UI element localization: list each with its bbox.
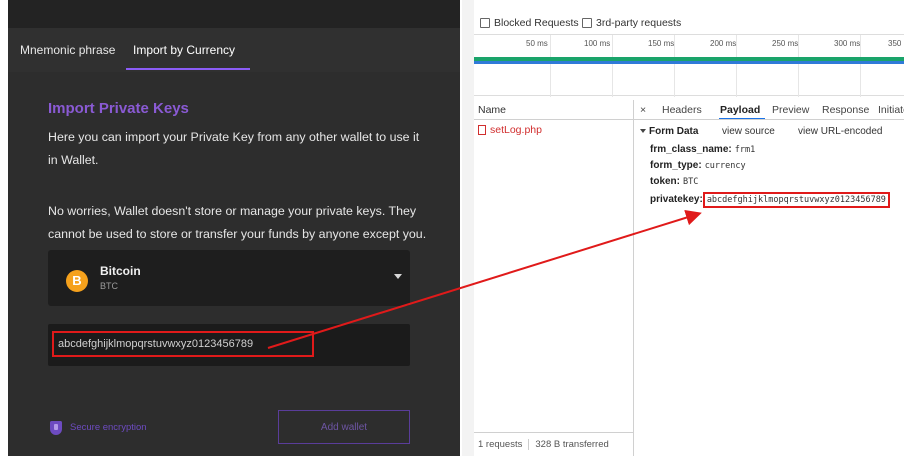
form-field-value: frm1 <box>734 145 756 155</box>
tab-import-by-currency[interactable]: Import by Currency <box>133 43 235 57</box>
tab-mnemonic-phrase[interactable]: Mnemonic phrase <box>20 43 115 57</box>
view-source-link[interactable]: view source <box>722 126 775 137</box>
view-url-encoded-link[interactable]: view URL-encoded <box>798 126 883 137</box>
currency-select[interactable]: B Bitcoin BTC <box>48 250 410 306</box>
tab-response[interactable]: Response <box>822 104 869 116</box>
form-field-value: currency <box>704 161 746 171</box>
timeline-tick: 200 ms <box>710 39 737 48</box>
timeline-tick: 150 ms <box>648 39 675 48</box>
secure-encryption-label: Secure encryption <box>70 422 147 433</box>
file-icon <box>478 125 486 136</box>
filter-blocked-requests[interactable]: Blocked Requests <box>480 17 579 29</box>
timeline-gridline <box>550 35 551 97</box>
wallet-app: Mnemonic phrase Import by Currency Impor… <box>0 0 460 456</box>
form-data-title: Form Data <box>649 126 699 137</box>
wallet-top-bar <box>8 0 460 28</box>
filter-blocked-requests-label: Blocked Requests <box>494 17 579 29</box>
timeline-tick: 350 <box>888 39 902 48</box>
timeline-gridline <box>612 35 613 97</box>
security-note-text: No worries, Wallet doesn't store or mana… <box>48 204 427 241</box>
bitcoin-icon: B <box>66 270 88 292</box>
shield-icon <box>50 421 62 435</box>
expand-triangle-icon <box>640 129 646 134</box>
wallet-panel: Mnemonic phrase Import by Currency Impor… <box>8 28 460 456</box>
form-field-key: token: <box>650 176 680 187</box>
form-field-key: form_type: <box>650 160 702 171</box>
divider <box>528 439 530 450</box>
form-field-row: token: BTC <box>640 176 904 192</box>
name-column-header[interactable]: Name <box>474 100 633 120</box>
transferred-size: 328 B transferred <box>535 439 609 451</box>
tab-payload[interactable]: Payload <box>720 104 760 116</box>
filter-third-party-requests[interactable]: 3rd-party requests <box>582 17 681 29</box>
network-timeline[interactable]: 50 ms 100 ms 150 ms 200 ms 250 ms 300 ms… <box>474 34 904 97</box>
privatekey-value-highlight: abcdefghijklmopqrstuvwxyz0123456789 <box>702 192 890 208</box>
timeline-tick: 250 ms <box>772 39 799 48</box>
timeline-tick: 100 ms <box>584 39 611 48</box>
private-key-field <box>48 324 410 366</box>
filter-bar: Blocked Requests 3rd-party requests <box>474 12 904 32</box>
form-data-section: Form Data view source view URL-encoded f… <box>640 126 904 208</box>
add-wallet-button[interactable]: Add wallet <box>278 410 410 444</box>
checkbox-icon <box>582 18 592 29</box>
active-tab-indicator <box>126 68 250 70</box>
request-count: 1 requests <box>478 439 523 451</box>
timeline-tick: 50 ms <box>526 39 548 48</box>
active-tab-indicator <box>719 118 765 119</box>
form-field-row: form_type: currency <box>640 160 904 176</box>
request-list: Name setLog.php 1 requests 328 B transfer… <box>474 100 634 456</box>
checkbox-icon <box>480 18 490 29</box>
page-title: Import Private Keys <box>48 100 189 117</box>
form-field-row: privatekey: abcdefghijklmopqrstuvwxyz0123… <box>640 192 904 208</box>
form-data-header[interactable]: Form Data view source view URL-encoded <box>640 126 904 144</box>
tab-initiator[interactable]: Initiator <box>878 104 904 116</box>
form-field-row: frm_class_name: frm1 <box>640 144 904 160</box>
currency-symbol: BTC <box>100 281 118 291</box>
private-key-input[interactable] <box>52 331 314 357</box>
close-icon[interactable]: × <box>640 104 646 116</box>
request-name: setLog.php <box>490 124 542 136</box>
devtools-network-panel: Blocked Requests 3rd-party requests 50 m… <box>462 0 904 456</box>
status-footer: 1 requests 328 B transferred <box>474 432 634 456</box>
currency-name: Bitcoin <box>100 264 141 278</box>
timeline-request-bar <box>474 61 904 64</box>
tab-headers[interactable]: Headers <box>662 104 702 116</box>
import-tabs: Mnemonic phrase Import by Currency <box>8 28 460 72</box>
filter-third-party-requests-label: 3rd-party requests <box>596 17 682 29</box>
request-detail-tabs: × Headers Payload Preview Response Initi… <box>634 100 904 120</box>
request-row[interactable]: setLog.php <box>474 120 633 140</box>
timeline-tick: 300 ms <box>834 39 861 48</box>
tab-preview[interactable]: Preview <box>772 104 809 116</box>
form-field-key: frm_class_name: <box>650 144 732 155</box>
chevron-down-icon <box>394 274 402 279</box>
intro-text: Here you can import your Private Key fro… <box>48 130 420 167</box>
form-field-value: BTC <box>683 177 699 187</box>
form-field-key: privatekey: <box>650 194 703 205</box>
